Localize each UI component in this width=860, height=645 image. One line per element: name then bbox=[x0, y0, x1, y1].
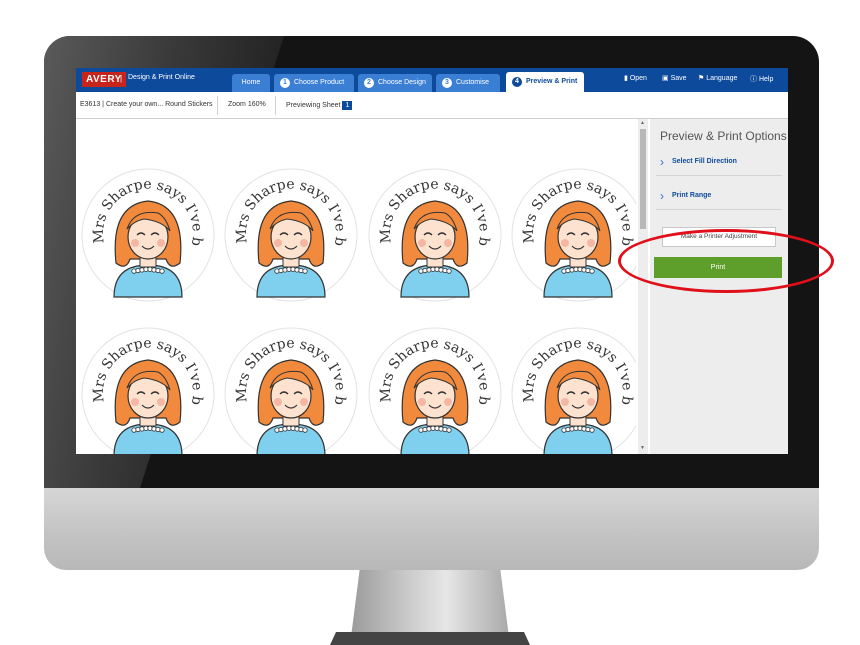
panel-title: Preview & Print Options bbox=[660, 129, 787, 143]
project-info-bar: E3613 | Create your own... Round Sticker… bbox=[76, 92, 788, 119]
previewing-label: Previewing Sheet bbox=[286, 102, 341, 109]
language-button[interactable]: ⚑ Language bbox=[698, 74, 737, 82]
product-name: Design & Print Online bbox=[128, 74, 195, 81]
tab-choose-product[interactable]: 1 Choose Product bbox=[274, 74, 354, 92]
step-number-badge: 1 bbox=[280, 78, 290, 88]
open-button[interactable]: ▮ Open bbox=[624, 74, 647, 82]
scroll-up-icon[interactable]: ▲ bbox=[640, 120, 645, 126]
character-illustration bbox=[400, 200, 470, 298]
language-label: Language bbox=[706, 75, 738, 82]
step-number-badge: 2 bbox=[364, 78, 374, 88]
vertical-scrollbar[interactable]: ▲ ▼ bbox=[638, 119, 648, 454]
monitor-chin bbox=[44, 488, 819, 570]
help-label: Help bbox=[758, 76, 774, 83]
tab-label: Home bbox=[241, 79, 261, 86]
save-icon: ▣ bbox=[662, 75, 669, 82]
top-nav-bar: AVERY | Design & Print Online Home 1 Choo… bbox=[76, 68, 788, 92]
character-illustration bbox=[256, 200, 326, 298]
highlight-circle bbox=[618, 229, 834, 293]
help-button[interactable]: ⓘ Help bbox=[750, 74, 773, 84]
select-fill-direction-option[interactable]: › Select Fill Direction bbox=[656, 151, 782, 176]
scroll-down-icon[interactable]: ▼ bbox=[640, 445, 645, 451]
print-range-option[interactable]: › Print Range bbox=[656, 185, 782, 210]
sticker-sheet: Mrs Sharpe says I've been good todayMrs … bbox=[81, 168, 636, 454]
sticker: Mrs Sharpe says I've been good today bbox=[81, 168, 215, 302]
option-label: Print Range bbox=[672, 192, 712, 199]
sticker: Mrs Sharpe says I've been good today bbox=[511, 168, 636, 302]
tab-choose-design[interactable]: 2 Choose Design bbox=[358, 74, 432, 92]
scrollbar-thumb[interactable] bbox=[640, 129, 646, 229]
save-label: Save bbox=[670, 75, 687, 82]
folder-icon: ▮ bbox=[624, 75, 628, 82]
zoom-control[interactable]: Zoom 160% bbox=[228, 101, 266, 108]
project-title: E3613 | Create your own... Round Sticker… bbox=[80, 101, 213, 108]
save-button[interactable]: ▣ Save bbox=[662, 74, 687, 82]
tab-preview-print[interactable]: 4 Preview & Print bbox=[506, 72, 584, 92]
sticker: Mrs Sharpe says I've been good today bbox=[368, 327, 502, 454]
divider bbox=[217, 96, 218, 115]
character-illustration bbox=[400, 359, 470, 454]
character-illustration bbox=[543, 200, 613, 298]
chevron-right-icon: › bbox=[660, 189, 664, 203]
character-illustration bbox=[543, 359, 613, 454]
preview-canvas: Mrs Sharpe says I've been good todayMrs … bbox=[76, 119, 636, 454]
tab-label: Customise bbox=[456, 79, 490, 86]
brand-separator: | bbox=[120, 74, 123, 83]
character-illustration bbox=[113, 200, 183, 298]
character-illustration bbox=[256, 359, 326, 454]
sticker: Mrs Sharpe says I've been good today bbox=[224, 168, 358, 302]
divider bbox=[275, 96, 276, 115]
step-number-badge: 4 bbox=[512, 77, 522, 87]
sticker: Mrs Sharpe says I've been good today bbox=[81, 327, 215, 454]
option-label: Select Fill Direction bbox=[672, 158, 737, 165]
flag-icon: ⚑ bbox=[698, 75, 705, 82]
chevron-right-icon: › bbox=[660, 155, 664, 169]
step-number-badge: 3 bbox=[442, 78, 452, 88]
open-label: Open bbox=[629, 75, 647, 82]
tab-label: Choose Design bbox=[378, 79, 426, 86]
sheet-number-badge[interactable]: 1 bbox=[342, 101, 353, 110]
tab-label: Choose Product bbox=[294, 79, 345, 86]
tab-customise[interactable]: 3 Customise bbox=[436, 74, 500, 92]
character-illustration bbox=[113, 359, 183, 454]
tab-home[interactable]: Home bbox=[232, 74, 270, 92]
sticker: Mrs Sharpe says I've been good today bbox=[368, 168, 502, 302]
monitor-stand-base bbox=[330, 632, 530, 645]
sticker: Mrs Sharpe says I've been good today bbox=[224, 327, 358, 454]
sheet-selector[interactable]: Previewing Sheet 1 bbox=[286, 101, 353, 110]
tab-label: Preview & Print bbox=[526, 78, 578, 85]
sticker: Mrs Sharpe says I've been good today bbox=[511, 327, 636, 454]
help-icon: ⓘ bbox=[750, 76, 757, 83]
